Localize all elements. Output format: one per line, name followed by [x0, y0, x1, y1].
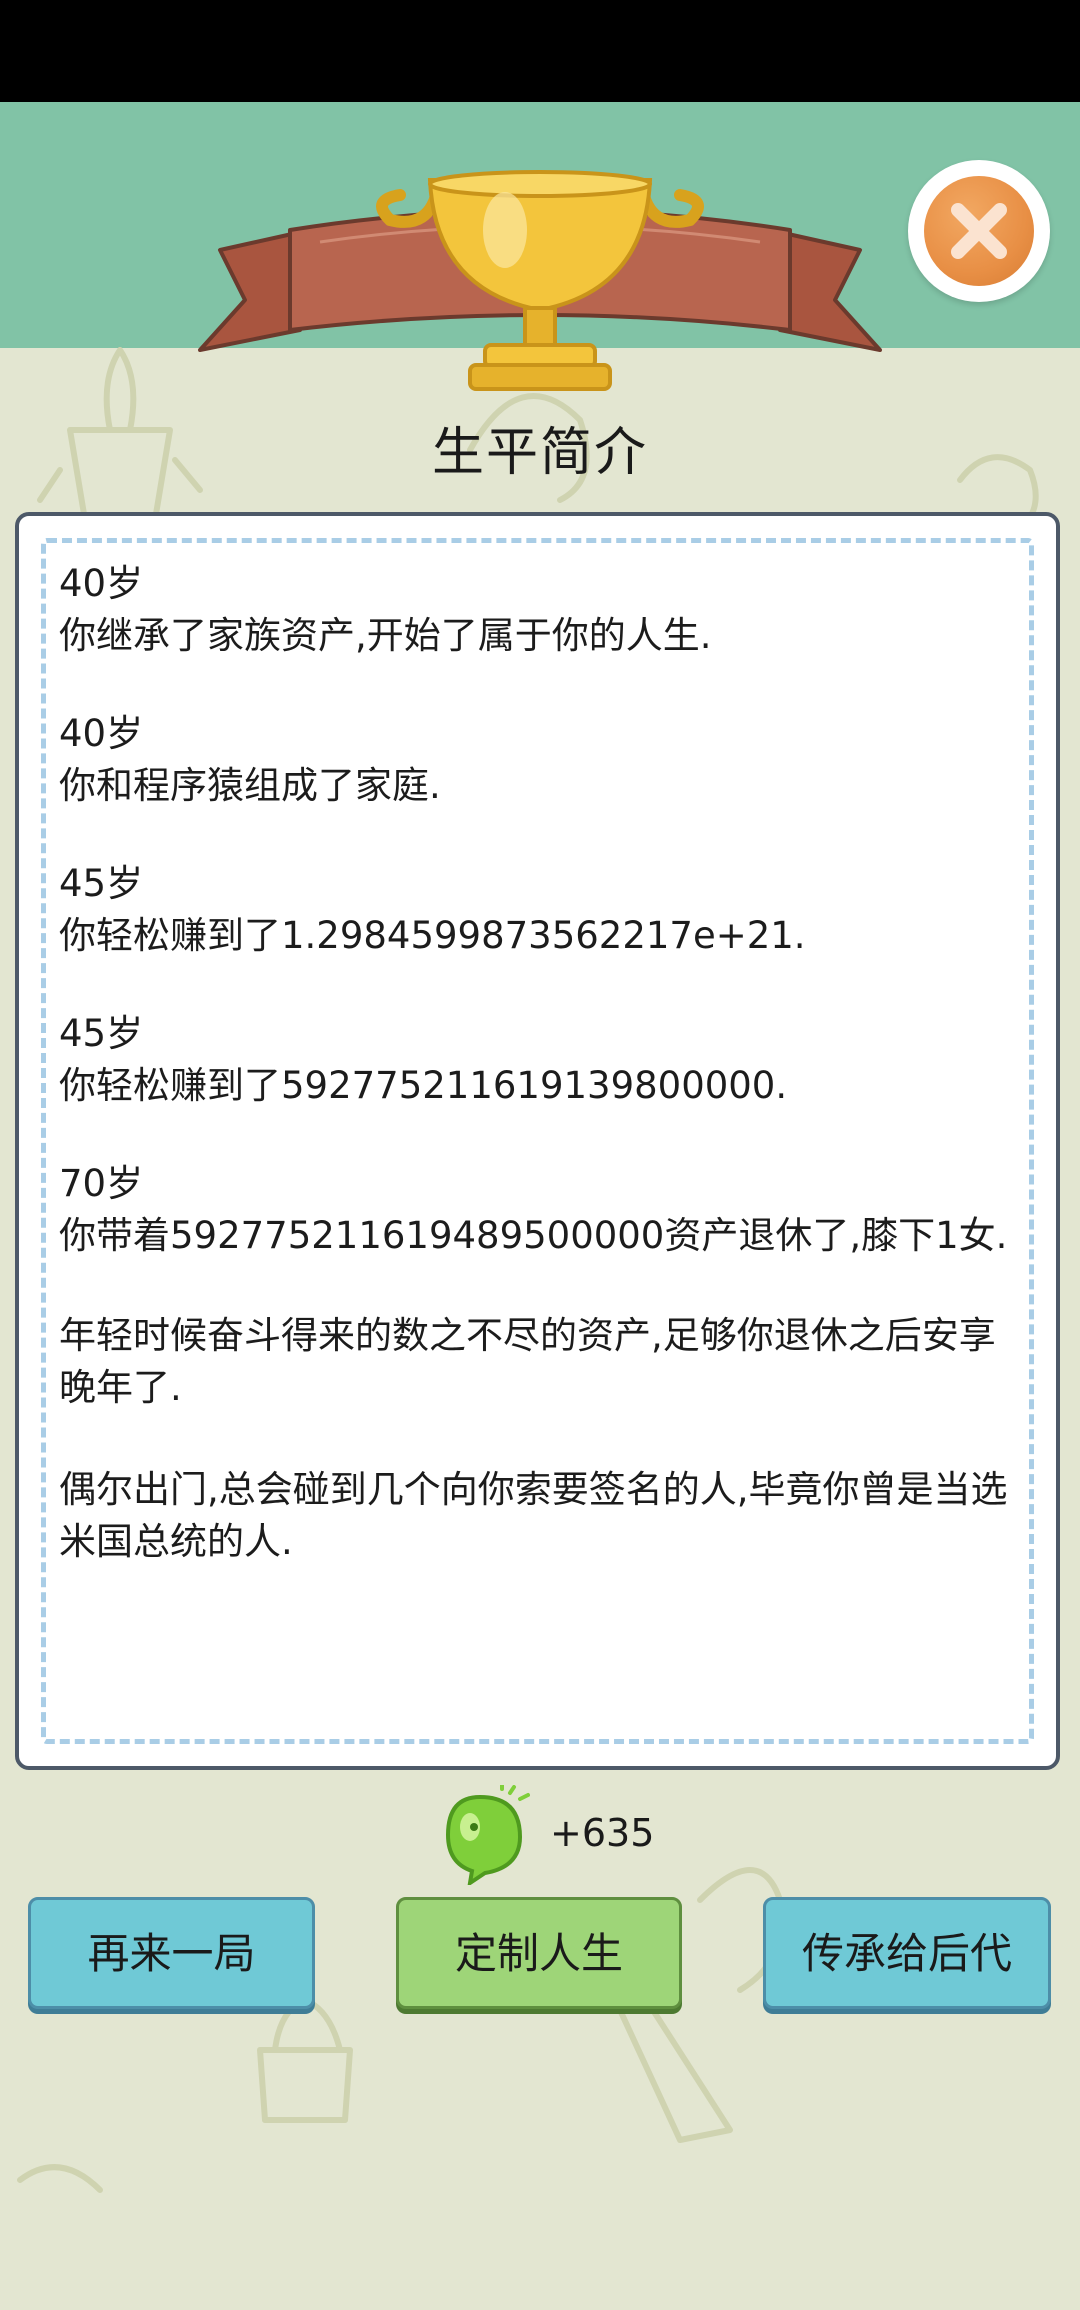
life-summary-panel: 40岁 你继承了家族资产,开始了属于你的人生. 40岁 你和程序猿组成了家庭. …	[15, 512, 1060, 1770]
event-text: 你和程序猿组成了家庭.	[59, 764, 441, 807]
event-age: 70岁	[59, 1162, 144, 1205]
event-text: 你继承了家族资产,开始了属于你的人生.	[59, 614, 712, 657]
life-event: 45岁 你轻松赚到了1.2984599873562217e+21.	[59, 858, 1029, 962]
reward-display: +635	[440, 1775, 680, 1885]
life-event: 70岁 你带着592775211619489500000资产退休了,膝下1女.	[59, 1158, 1029, 1262]
reward-amount: +635	[550, 1811, 655, 1855]
event-age: 45岁	[59, 1012, 144, 1055]
event-text: 你轻松赚到了592775211619139800000.	[59, 1064, 788, 1107]
page-title: 生平简介	[431, 423, 648, 483]
event-text: 你带着592775211619489500000资产退休了,膝下1女.	[59, 1214, 1008, 1257]
summary-paragraph: 年轻时候奋斗得来的数之不尽的资产,足够你退休之后安享晚年了.	[59, 1314, 996, 1409]
summary-paragraph: 偶尔出门,总会碰到几个向你索要签名的人,毕竟你曾是当选米国总统的人.	[59, 1468, 1008, 1563]
life-event: 40岁 你和程序猿组成了家庭.	[59, 708, 1029, 812]
replay-button[interactable]: 再来一局	[28, 1897, 315, 2009]
close-icon	[951, 203, 1007, 259]
trophy-banner-icon	[198, 170, 882, 391]
life-events-list: 40岁 你继承了家族资产,开始了属于你的人生. 40岁 你和程序猿组成了家庭. …	[59, 558, 1029, 1618]
event-age: 40岁	[59, 712, 144, 755]
life-event: 45岁 你轻松赚到了592775211619139800000.	[59, 1008, 1029, 1112]
close-button[interactable]	[908, 160, 1050, 302]
life-event: 40岁 你继承了家族资产,开始了属于你的人生.	[59, 558, 1029, 662]
inherit-button[interactable]: 传承给后代	[763, 1897, 1051, 2009]
customize-life-button[interactable]: 定制人生	[396, 1897, 682, 2009]
event-text: 你轻松赚到了1.2984599873562217e+21.	[59, 914, 806, 957]
event-age: 45岁	[59, 862, 144, 905]
green-gem-icon	[445, 1785, 530, 1885]
event-age: 40岁	[59, 562, 144, 605]
status-bar	[0, 0, 1080, 102]
